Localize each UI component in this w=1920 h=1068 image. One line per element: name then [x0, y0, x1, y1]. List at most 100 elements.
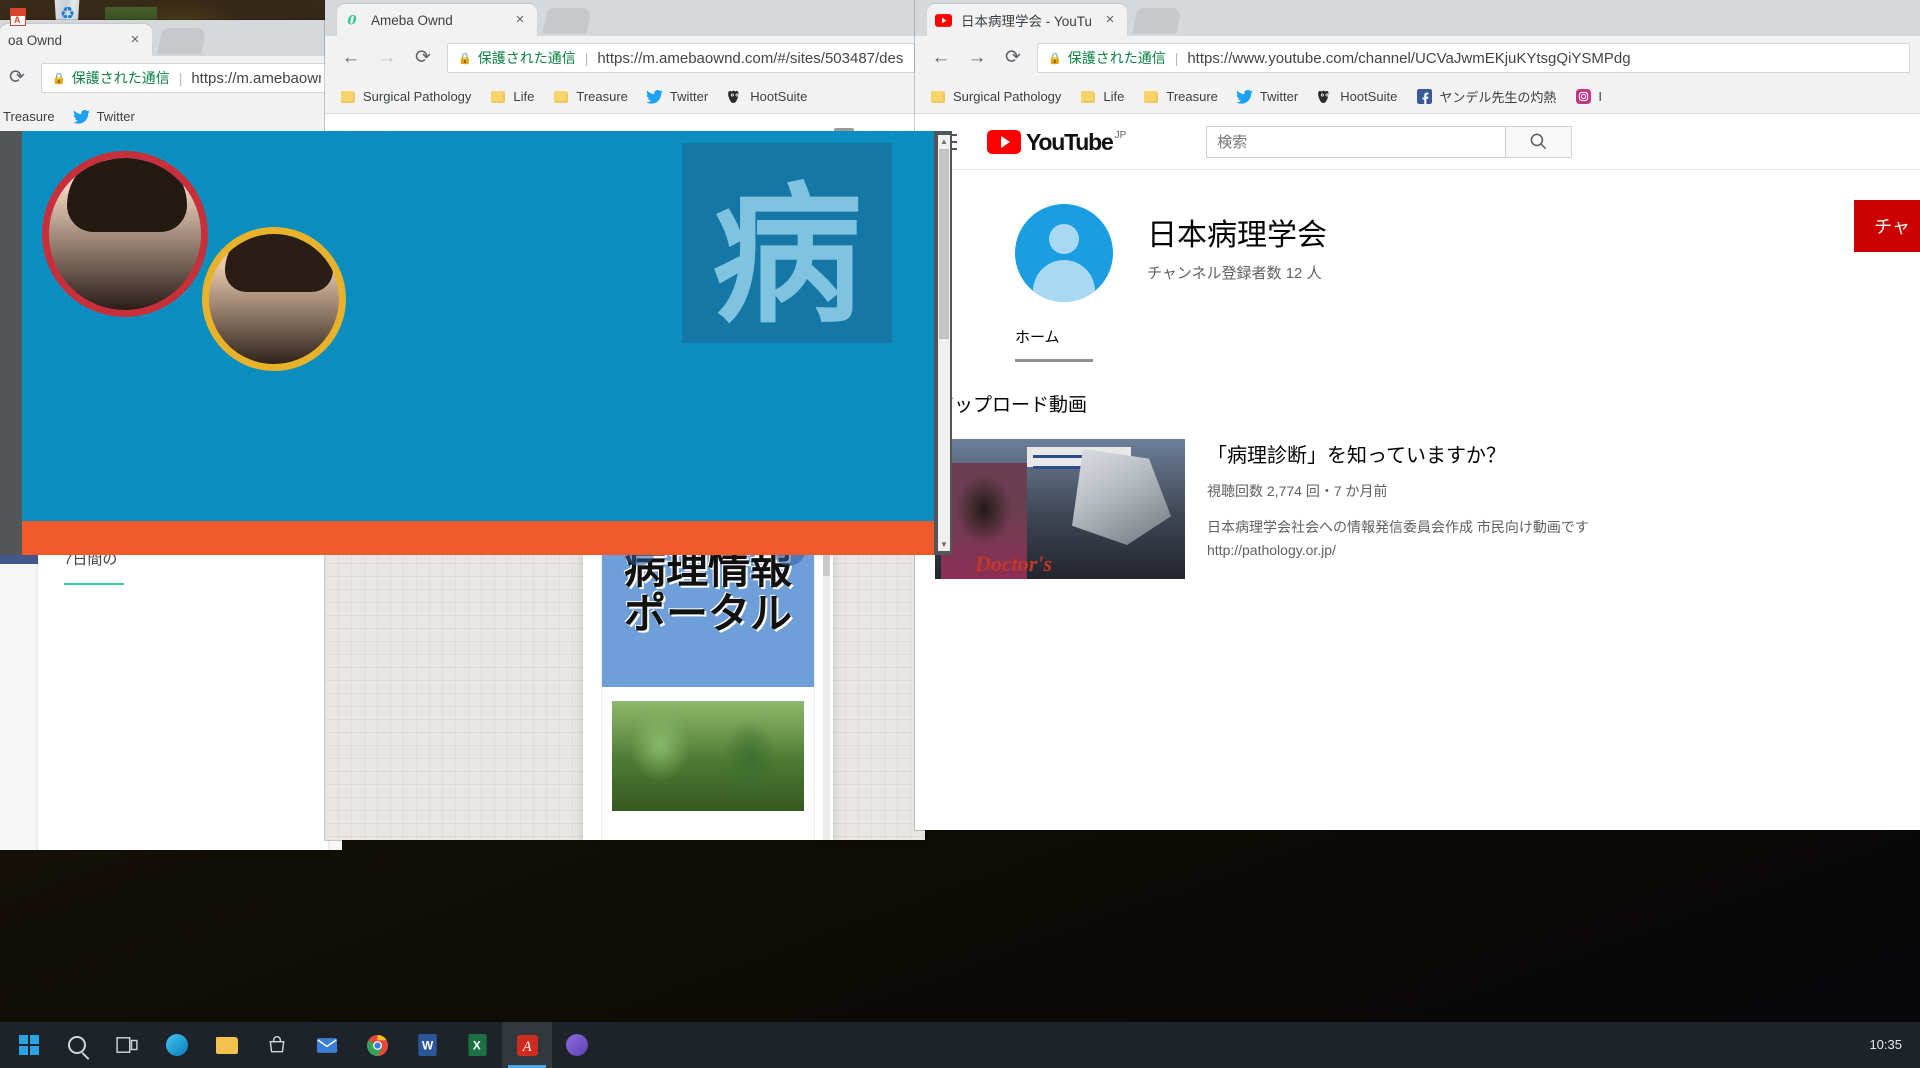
- folder-icon: [1142, 88, 1160, 106]
- taskbar-edge[interactable]: [152, 1022, 202, 1068]
- taskbar-task-view[interactable]: [102, 1022, 152, 1068]
- tabstrip-left: oa Ownd ×: [0, 20, 342, 56]
- back-icon[interactable]: ←: [336, 43, 366, 73]
- folder-icon: [552, 88, 570, 106]
- bookmark-instagram[interactable]: I: [1568, 86, 1608, 108]
- taskbar-word[interactable]: W: [402, 1022, 452, 1068]
- youtube-play-icon: [987, 129, 1021, 154]
- forward-icon: →: [377, 47, 397, 68]
- bookmark-label: I: [1598, 89, 1602, 104]
- tabstrip-mid: 0 Ameba Ownd ×: [325, 0, 925, 36]
- bookmark-treasure[interactable]: Treasure: [1136, 86, 1224, 108]
- address-bar-mid[interactable]: 🔒 保護された通信 | https://m.amebaownd.com/#/si…: [447, 43, 915, 73]
- svg-text:0: 0: [347, 13, 357, 28]
- forward-icon[interactable]: →: [962, 43, 992, 73]
- reload-icon[interactable]: ⟳: [998, 43, 1028, 73]
- bookmark-label: HootSuite: [750, 89, 808, 104]
- window-youtube[interactable]: 日本病理学会 - YouTube × ← → ⟳ 🔒 保護された通信 | htt…: [915, 0, 1920, 830]
- bookmark-label: Twitter: [1259, 89, 1299, 104]
- subscribe-button[interactable]: チャ: [1854, 200, 1920, 252]
- close-icon[interactable]: ×: [126, 31, 144, 49]
- reload-icon[interactable]: ⟳: [408, 43, 438, 73]
- tab-title: 日本病理学会 - YouTube: [961, 14, 1091, 29]
- omnibox-divider: |: [1174, 50, 1179, 66]
- taskbar[interactable]: W X A 10:35: [0, 1022, 1920, 1068]
- video-thumbnail[interactable]: Doctor's: [935, 439, 1185, 579]
- url-text: https://m.amebaownd.com/#/sites/503487/d…: [597, 49, 904, 67]
- uploads-section-title: アップロード動画: [935, 395, 1088, 416]
- bookmark-surgical-pathology[interactable]: Surgical Pathology: [333, 86, 477, 108]
- windows-start-icon[interactable]: [6, 1022, 52, 1068]
- address-bar-left[interactable]: 🔒 保護された通信 | https://m.amebaownd.con: [41, 63, 332, 93]
- taskbar-search[interactable]: [52, 1022, 102, 1068]
- address-bar-youtube[interactable]: 🔒 保護された通信 | https://www.youtube.com/chan…: [1037, 43, 1910, 73]
- new-tab-button[interactable]: [157, 28, 207, 54]
- taskbar-media[interactable]: [552, 1022, 602, 1068]
- video-list-item[interactable]: Doctor's 「病理診断」を知っていますか？ 視聴回数 2,774 回・7 …: [935, 439, 1920, 579]
- tab-ameba-ownd[interactable]: 0 Ameba Ownd ×: [337, 4, 537, 36]
- pdf-portrait-1: [42, 151, 208, 317]
- bookmarks-bar-youtube: Surgical Pathology Life Treasure Twitter: [915, 80, 1920, 114]
- desktop-root: ♻ oa Ownd × ⟳ 🔒 保護された通信 | https://m.ameb…: [0, 0, 1920, 1068]
- scroll-up-icon[interactable]: ▲: [938, 135, 950, 148]
- bookmarks-bar-mid: Surgical Pathology Life Treasure Twitter: [325, 80, 925, 114]
- taskbar-chrome[interactable]: [352, 1022, 402, 1068]
- bookmark-treasure[interactable]: Treasure: [546, 86, 634, 108]
- tab-home[interactable]: ホーム: [1015, 326, 1060, 359]
- lock-icon: 🔒: [1048, 52, 1062, 65]
- pdf-big-character: 病: [682, 143, 892, 344]
- folder-icon: [489, 88, 507, 106]
- close-icon[interactable]: ×: [1101, 11, 1119, 29]
- tab-title: oa Ownd: [8, 32, 63, 48]
- taskbar-mail[interactable]: [302, 1022, 352, 1068]
- bookmark-label: Treasure: [3, 109, 55, 124]
- bookmark-surgical-pathology[interactable]: Surgical Pathology: [923, 86, 1067, 108]
- tabstrip-youtube: 日本病理学会 - YouTube ×: [915, 0, 1920, 36]
- taskbar-acrobat[interactable]: A: [502, 1022, 552, 1068]
- reload-icon[interactable]: ⟳: [2, 63, 32, 93]
- new-tab-button[interactable]: [1132, 8, 1182, 34]
- bookmark-label: HootSuite: [1340, 89, 1398, 104]
- dashboard-stats-card: 7日間の (前日: 3 人): [38, 524, 328, 850]
- lock-icon: 🔒: [458, 52, 472, 65]
- tab-youtube[interactable]: 日本病理学会 - YouTube ×: [927, 4, 1127, 36]
- taskbar-excel[interactable]: X: [452, 1022, 502, 1068]
- pdf-page-bottom-band: [22, 521, 934, 555]
- bookmark-treasure[interactable]: Treasure: [0, 106, 61, 128]
- youtube-country-code: JP: [1114, 129, 1127, 141]
- youtube-logo[interactable]: YouTube JP: [987, 128, 1127, 155]
- youtube-topbar: YouTube JP 検索: [915, 114, 1920, 170]
- channel-header: 日本病理学会 チャンネル登録者数 12 人 チャ: [915, 170, 1920, 302]
- default-avatar-icon[interactable]: [1015, 204, 1113, 302]
- channel-tabs: ホーム: [1015, 326, 1093, 362]
- search-button[interactable]: [1506, 125, 1573, 158]
- tab-ameba-ownd-left[interactable]: oa Ownd ×: [0, 24, 152, 56]
- bookmark-twitter[interactable]: Twitter: [67, 106, 141, 128]
- new-tab-button[interactable]: [542, 8, 592, 34]
- bookmark-twitter[interactable]: Twitter: [1230, 86, 1304, 108]
- taskbar-clock[interactable]: 10:35: [1869, 1037, 1920, 1053]
- close-icon[interactable]: ×: [511, 11, 529, 29]
- back-icon[interactable]: ←: [926, 43, 956, 73]
- taskbar-file-explorer[interactable]: [202, 1022, 252, 1068]
- search-input[interactable]: 検索: [1206, 125, 1507, 158]
- bookmark-life[interactable]: Life: [483, 86, 540, 108]
- svg-text:A: A: [521, 1039, 531, 1055]
- instagram-icon: [1574, 88, 1592, 106]
- twitter-icon: [1236, 88, 1254, 106]
- taskbar-store[interactable]: [252, 1022, 302, 1068]
- bookmark-hootsuite[interactable]: HootSuite: [1310, 86, 1403, 108]
- pdf-document-viewport[interactable]: 病 ▲ ▼: [0, 131, 952, 555]
- tab-title: Ameba Ownd: [371, 12, 453, 28]
- bookmark-facebook-page[interactable]: ヤンデル先生の灼熱: [1409, 85, 1562, 108]
- bookmark-twitter[interactable]: Twitter: [640, 86, 714, 108]
- bookmark-life[interactable]: Life: [1073, 86, 1130, 108]
- folder-icon: [929, 88, 947, 106]
- secure-label: 保護された通信: [477, 50, 576, 66]
- pdf-vertical-scrollbar[interactable]: ▲ ▼: [938, 135, 950, 551]
- youtube-wordmark: YouTube: [1026, 128, 1114, 155]
- video-description-line-1: 日本病理学会社会への情報発信委員会作成 市民向け動画です: [1207, 519, 1589, 535]
- scroll-down-icon[interactable]: ▼: [938, 538, 950, 551]
- video-title[interactable]: 「病理診断」を知っていますか？: [1207, 439, 1920, 468]
- bookmark-hootsuite[interactable]: HootSuite: [720, 86, 813, 108]
